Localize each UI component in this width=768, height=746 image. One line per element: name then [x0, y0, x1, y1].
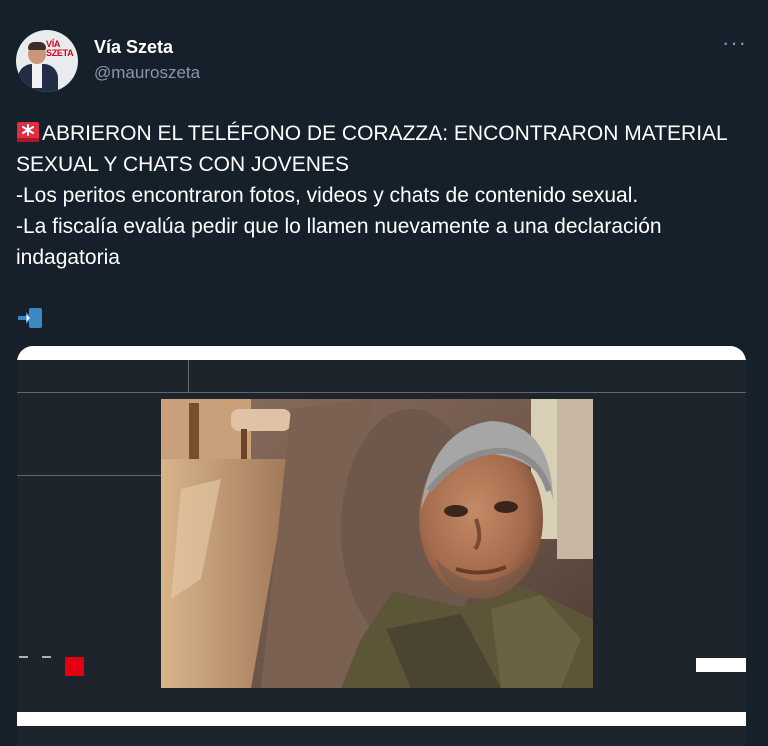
avatar-logo: VÍA SZETA [46, 40, 74, 58]
more-options-icon[interactable]: ··· [722, 32, 746, 58]
avatar-logo-line2: SZETA [46, 48, 74, 58]
tweet-line-4: -La fiscalía evalúa pedir que lo llamen … [16, 215, 662, 238]
arrow-into-box-icon [18, 308, 42, 328]
avatar-person-shirt [32, 64, 42, 88]
media-bottom-bar [17, 712, 746, 726]
avatar[interactable]: VÍA SZETA [16, 30, 78, 92]
tweet-line-5: indagatoria [16, 246, 120, 269]
media-dash [42, 656, 51, 658]
media-red-square [65, 657, 84, 676]
media-divider [188, 360, 189, 393]
media-top-bar [17, 346, 746, 360]
media-dash [19, 656, 28, 658]
selfie-photo[interactable] [161, 399, 593, 688]
tweet-line-1-text: ABRIERON EL TELÉFONO DE CORAZZA: ENCONTR… [42, 122, 728, 145]
tweet-line-2: SEXUAL Y CHATS CON JOVENES [16, 153, 349, 176]
tweet-line-1: ABRIERON EL TELÉFONO DE CORAZZA: ENCONTR… [16, 118, 736, 149]
tweet-media[interactable] [17, 346, 746, 746]
tweet-text: ABRIERON EL TELÉFONO DE CORAZZA: ENCONTR… [16, 118, 736, 273]
author-name[interactable]: Vía Szeta [94, 37, 173, 58]
police-light-icon [17, 122, 39, 142]
media-divider [17, 475, 162, 476]
media-white-bar [696, 658, 746, 672]
avatar-person-hair [28, 42, 46, 50]
media-divider [17, 392, 746, 393]
tweet-line-3: -Los peritos encontraron fotos, videos y… [16, 184, 639, 207]
author-handle[interactable]: @mauroszeta [94, 63, 200, 83]
